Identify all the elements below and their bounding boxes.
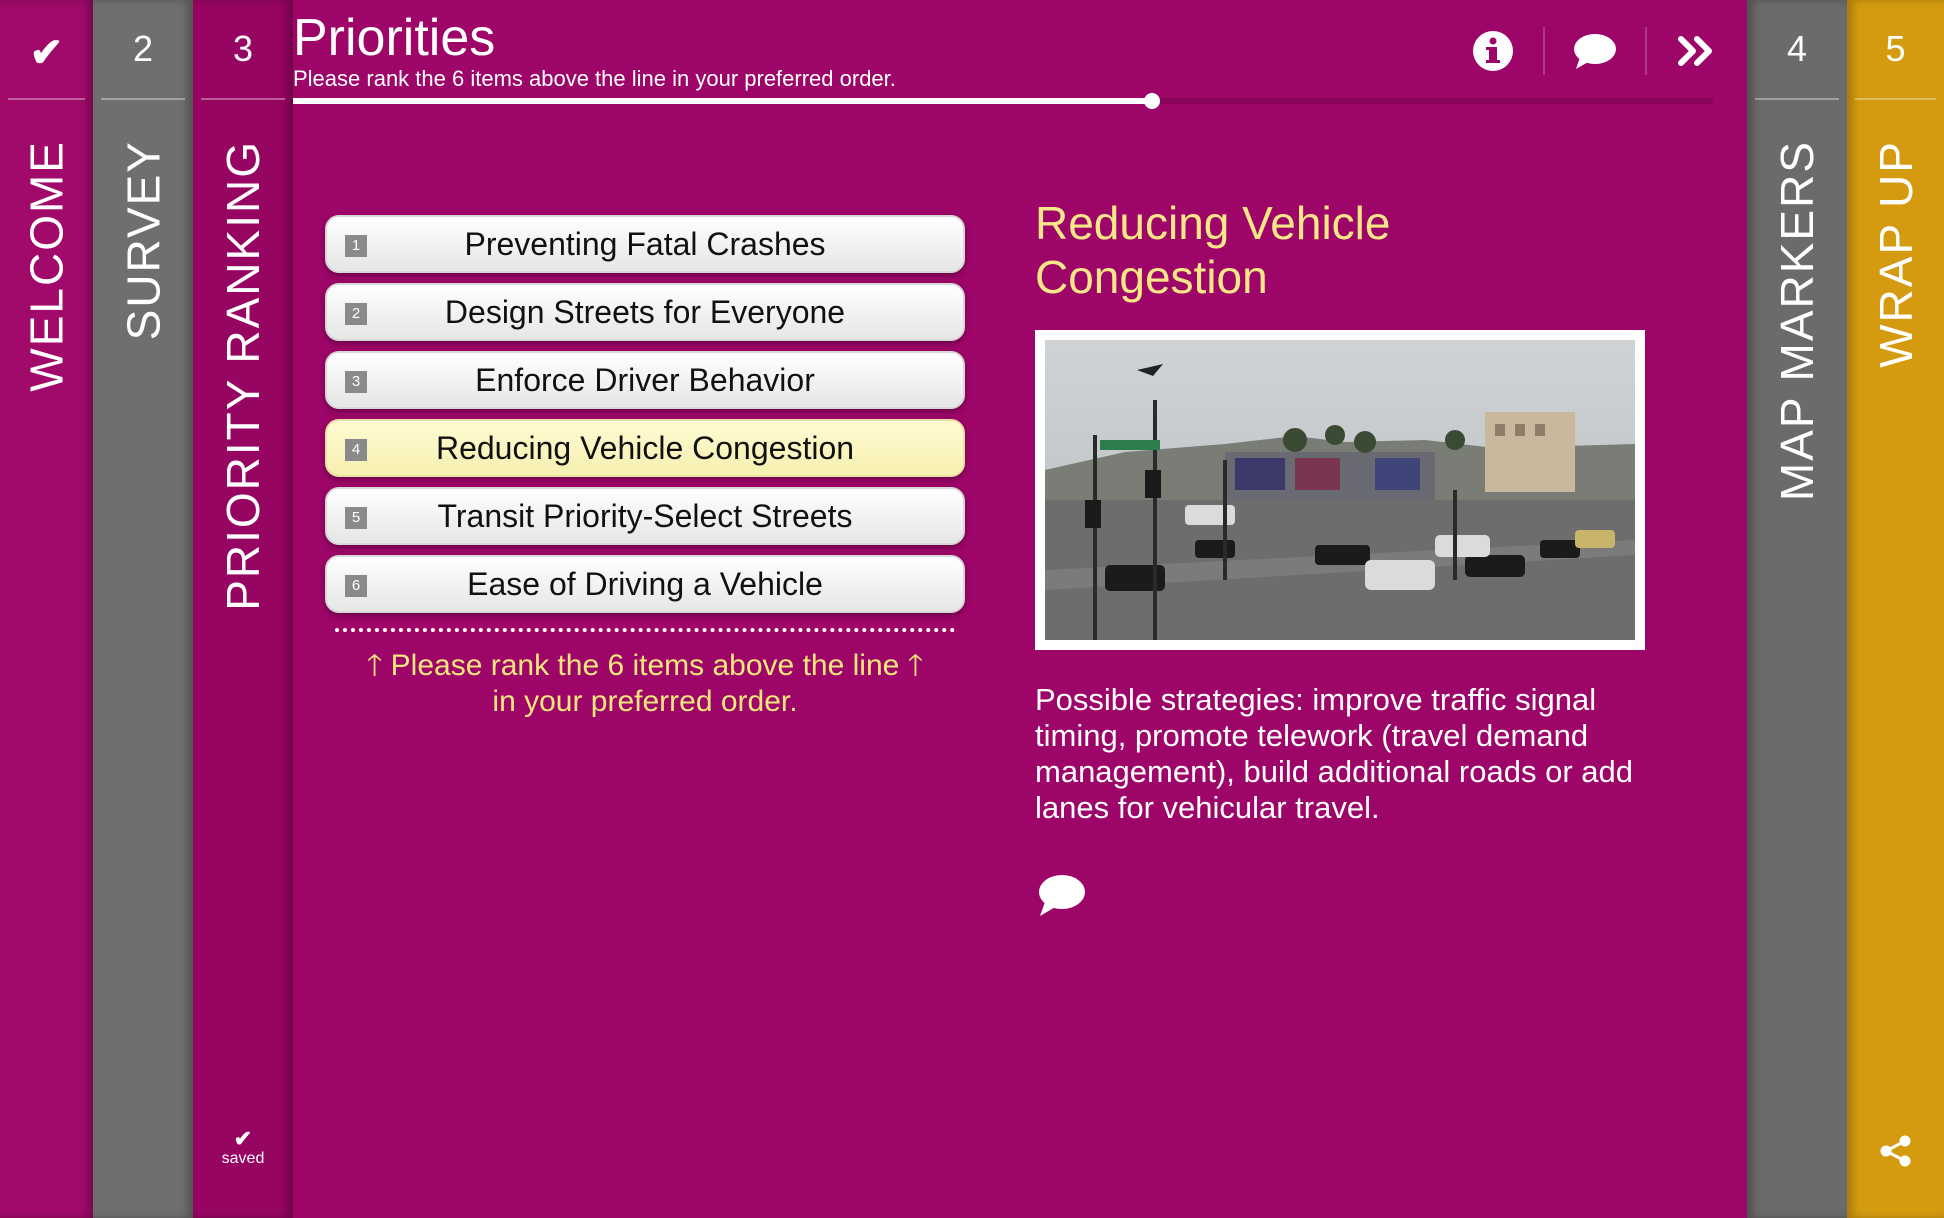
hint-line2: in your preferred order. [492,685,798,718]
ranking-hint: 🡑 Please rank the 6 items above the line… [325,648,965,720]
divider [1645,27,1647,75]
step-wrap-up[interactable]: 5 WRAP UP [1847,0,1944,1218]
divider [8,98,85,100]
hint-line1: Please rank the 6 items above the line [390,649,900,682]
saved-label: saved [221,1150,265,1167]
rank-label: Transit Priority-Select Streets [437,497,853,534]
share-button[interactable] [1879,1134,1913,1173]
rank-label: Design Streets for Everyone [444,293,846,330]
step-ranking-number: 3 [232,28,254,69]
fast-forward-icon [1678,36,1712,66]
step-welcome-label: WELCOME [20,140,73,392]
ranking-item[interactable]: 5 Transit Priority-Select Streets [325,487,965,545]
ranking-item[interactable]: 6 Ease of Driving a Vehicle [325,555,965,613]
step-ranking-label: PRIORITY RANKING [217,140,269,611]
page-subtitle: Please rank the 6 items above the line i… [293,66,896,91]
detail-comment-button[interactable] [1035,872,1087,923]
progress-knob [1144,93,1160,109]
header-toolbar [1463,25,1727,77]
main-panel: Priorities Please rank the 6 items above… [293,0,1747,1218]
up-arrow-icon: 🡑 [907,649,924,682]
rank-label: Preventing Fatal Crashes [464,225,826,262]
divider [101,98,185,100]
step-map-number: 4 [1786,28,1808,69]
next-step-button[interactable] [1667,25,1727,77]
divider [201,98,285,100]
ranking-list: 1 Preventing Fatal Crashes 2 Design Stre… [325,215,965,623]
step-survey-label: SURVEY [117,140,169,341]
step-survey-number: 2 [132,28,154,69]
rank-label: Ease of Driving a Vehicle [467,565,823,602]
step-map-markers[interactable]: 4 MAP MARKERS [1747,0,1847,1218]
ranking-item[interactable]: 1 Preventing Fatal Crashes [325,215,965,273]
check-icon: ✔ [233,1126,253,1151]
comment-icon [1039,875,1085,916]
info-icon [1473,31,1513,71]
progress-fill [293,98,1152,104]
check-icon: ✔ [29,31,64,75]
rank-number: 6 [345,575,367,597]
share-icon [1880,1135,1910,1167]
rank-number: 3 [345,371,367,393]
ranking-item[interactable]: 2 Design Streets for Everyone [325,283,965,341]
ranking-item-selected[interactable]: 4 Reducing Vehicle Congestion [325,419,965,477]
step-map-label: MAP MARKERS [1771,140,1823,502]
step-wrap-label: WRAP UP [1869,140,1922,368]
divider [1855,98,1936,100]
up-arrow-icon: 🡑 [366,649,383,682]
step-welcome[interactable]: ✔ WELCOME [0,0,93,1218]
comments-button[interactable] [1565,25,1625,77]
step-priority-ranking[interactable]: 3 PRIORITY RANKING ✔ saved [193,0,293,1218]
rank-number: 1 [345,235,367,257]
street-intersection-image [1045,340,1635,640]
saved-indicator: ✔ saved [193,1128,293,1168]
step-wrap-number: 5 [1885,28,1906,69]
ranking-item[interactable]: 3 Enforce Driver Behavior [325,351,965,409]
detail-title: Reducing Vehicle Congestion [1035,197,1391,303]
step-survey[interactable]: 2 SURVEY [93,0,193,1218]
rank-number: 5 [345,507,367,529]
rank-number: 4 [345,439,367,461]
ranking-cutoff-line [335,628,955,632]
comment-icon [1574,34,1616,69]
detail-photo [1035,330,1645,650]
page-title: Priorities [293,9,496,67]
info-button[interactable] [1463,25,1523,77]
rank-number: 2 [345,303,367,325]
rank-label: Reducing Vehicle Congestion [435,429,855,466]
divider [1543,27,1545,75]
rank-label: Enforce Driver Behavior [475,361,815,398]
divider [1755,98,1839,100]
detail-description: Possible strategies: improve traffic sig… [1035,682,1633,825]
